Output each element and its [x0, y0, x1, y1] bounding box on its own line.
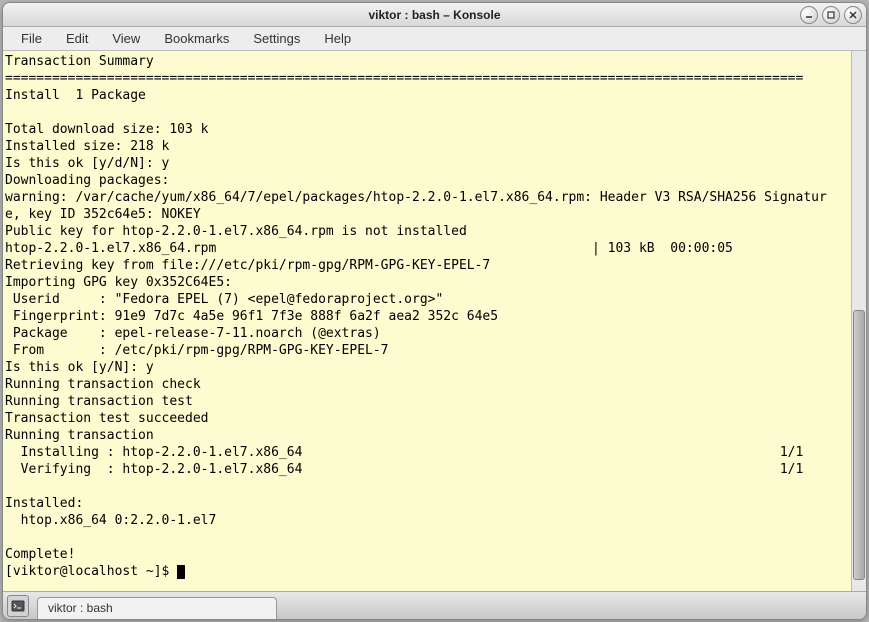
taskbar-tab-label: viktor : bash [48, 601, 113, 615]
menu-settings[interactable]: Settings [243, 29, 310, 48]
minimize-icon [804, 10, 814, 20]
menu-view[interactable]: View [102, 29, 150, 48]
terminal-cursor [177, 565, 185, 579]
terminal-prompt: [viktor@localhost ~]$ [5, 564, 177, 579]
terminal-output[interactable]: Transaction Summary ====================… [3, 51, 851, 591]
scroll-thumb[interactable] [853, 310, 865, 580]
close-icon [848, 10, 858, 20]
maximize-button[interactable] [822, 6, 840, 24]
menubar: File Edit View Bookmarks Settings Help [3, 27, 866, 51]
taskbar-tab[interactable]: viktor : bash [37, 597, 277, 619]
menu-file[interactable]: File [11, 29, 52, 48]
taskbar: viktor : bash [3, 591, 866, 619]
application-window: viktor : bash – Konsole File Edit View B… [2, 2, 867, 620]
titlebar[interactable]: viktor : bash – Konsole [3, 3, 866, 27]
terminal-lines: Transaction Summary ====================… [5, 54, 827, 562]
close-button[interactable] [844, 6, 862, 24]
taskbar-app-icon[interactable] [7, 595, 29, 617]
menu-edit[interactable]: Edit [56, 29, 98, 48]
window-controls [800, 6, 862, 24]
window-title: viktor : bash – Konsole [9, 8, 860, 22]
minimize-button[interactable] [800, 6, 818, 24]
scrollbar[interactable] [851, 51, 866, 591]
terminal-icon [11, 599, 25, 613]
menu-bookmarks[interactable]: Bookmarks [154, 29, 239, 48]
menu-help[interactable]: Help [314, 29, 361, 48]
maximize-icon [826, 10, 836, 20]
terminal-area: Transaction Summary ====================… [3, 51, 866, 591]
